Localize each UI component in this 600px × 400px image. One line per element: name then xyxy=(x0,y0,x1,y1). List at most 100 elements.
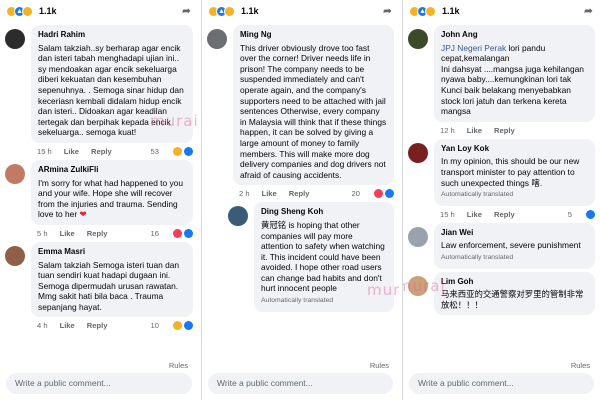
heart-icon xyxy=(374,189,383,199)
comment-item: Ming Ng This driver obviously drove too … xyxy=(202,22,399,199)
comment-reaction-count[interactable]: 16 xyxy=(151,228,193,238)
comment-bubble: Lim Goh 马来西亚的交通警察对罗里的管制非常放松！！！ xyxy=(434,271,595,316)
comment-reaction-count[interactable]: 53 xyxy=(151,146,193,156)
comment-time[interactable]: 12 h xyxy=(440,126,455,135)
like-icon xyxy=(184,146,193,156)
sad-icon xyxy=(173,321,182,331)
avatar[interactable] xyxy=(5,29,25,49)
rules-link[interactable]: Rules xyxy=(370,361,389,370)
wow-icon xyxy=(224,5,235,17)
comment-input[interactable]: Write a public comment... xyxy=(208,373,393,394)
rules-link[interactable]: Rules xyxy=(571,361,590,370)
commenter-name[interactable]: Ming Ng xyxy=(240,30,387,41)
comment-item: Hadri Rahim Salam takziah..sy berharap a… xyxy=(0,22,198,157)
watermark: murai xyxy=(150,112,198,130)
like-button[interactable]: Like xyxy=(467,126,482,135)
comment-time[interactable]: 5 h xyxy=(37,229,48,238)
reply-button[interactable]: Reply xyxy=(494,126,515,135)
like-icon xyxy=(184,321,193,331)
avatar[interactable] xyxy=(408,142,428,163)
comment-actions: 12 h Like Reply xyxy=(434,122,595,136)
rules-link[interactable]: Rules xyxy=(169,361,188,370)
commenter-name[interactable]: Yan Loy Kok xyxy=(441,144,588,155)
reaction-count[interactable]: 1.1k xyxy=(39,6,57,16)
avatar[interactable] xyxy=(408,29,428,49)
reaction-bar: ▲ 1.1k ➦ xyxy=(0,0,198,22)
comment-input[interactable]: Write a public comment... xyxy=(409,373,594,394)
reply-button[interactable]: Reply xyxy=(87,321,108,330)
comment-text: In my opinion, this should be our new tr… xyxy=(441,156,580,188)
like-icon xyxy=(184,228,193,238)
like-button[interactable]: Like xyxy=(60,229,75,238)
avatar[interactable] xyxy=(5,163,25,184)
comment-actions: 5 h Like Reply 16 xyxy=(31,225,193,239)
commenter-name[interactable]: Jian Wei xyxy=(441,228,588,239)
like-button[interactable]: Like xyxy=(262,189,277,198)
comment-item: Yan Loy Kok In my opinion, this should b… xyxy=(403,136,600,220)
comment-item: Jian Wei Law enforcement, severe punishm… xyxy=(403,220,600,269)
comment-text: This driver obviously drove too fast ove… xyxy=(240,42,387,180)
comment-reaction-count[interactable]: 5 xyxy=(568,209,595,219)
comment-bubble: John Ang JPJ Negeri Perak lori pandu cep… xyxy=(434,25,595,122)
avatar[interactable] xyxy=(408,226,428,247)
heart-icon: ❤ xyxy=(79,209,87,220)
reply-button[interactable]: Reply xyxy=(91,147,112,156)
comment-reaction-count[interactable]: 10 xyxy=(151,321,193,331)
reaction-icons[interactable]: ▲ xyxy=(6,5,33,17)
avatar[interactable] xyxy=(228,206,248,227)
reply-button[interactable]: Reply xyxy=(87,229,108,238)
comment-text: Law enforcement, severe punishment xyxy=(441,240,581,251)
like-button[interactable]: Like xyxy=(60,321,75,330)
heart-icon xyxy=(173,228,182,238)
like-icon xyxy=(586,209,595,219)
comment-item: Emma Masri Salam takziah Semoga isteri t… xyxy=(0,239,198,332)
page-mention-link[interactable]: JPJ Negeri Perak xyxy=(441,43,506,53)
comment-time[interactable]: 4 h xyxy=(37,321,48,330)
comment-time[interactable]: 15 h xyxy=(37,147,52,156)
commenter-name[interactable]: Emma Masri xyxy=(38,247,186,258)
reaction-count[interactable]: 1.1k xyxy=(442,6,460,16)
sad-icon xyxy=(425,5,436,17)
share-icon[interactable]: ➦ xyxy=(583,6,594,17)
share-icon[interactable]: ➦ xyxy=(382,6,393,17)
comment-actions: 15 h Like Reply 5 xyxy=(434,206,595,220)
share-icon[interactable]: ➦ xyxy=(181,6,192,17)
sad-icon xyxy=(173,146,182,156)
comment-bubble: Emma Masri Salam takziah Semoga isteri t… xyxy=(31,241,193,318)
comment-bubble: ARmina ZulkiFli I'm sorry for what had h… xyxy=(31,159,193,225)
avatar[interactable] xyxy=(207,29,227,49)
reply-button[interactable]: Reply xyxy=(494,210,515,219)
comment-actions: 2 h Like Reply 20 xyxy=(233,185,394,199)
comment-text: 马来西亚的交通警察对罗里的管制非常放松！！！ xyxy=(441,289,584,310)
translation-note[interactable]: Automatically translated xyxy=(441,190,588,201)
comment-actions: 4 h Like Reply 10 xyxy=(31,317,193,331)
commenter-name[interactable]: Lim Goh xyxy=(441,277,588,288)
comment-actions: 15 h Like Reply 53 xyxy=(31,143,193,157)
avatar[interactable] xyxy=(5,245,25,266)
comment-input[interactable]: Write a public comment... xyxy=(6,373,192,394)
comment-panel-2: ▲ 1.1k ➦ Ming Ng This driver obviously d… xyxy=(201,0,399,400)
watermark: murai xyxy=(367,281,399,299)
comment-time[interactable]: 15 h xyxy=(440,210,455,219)
commenter-name[interactable]: Hadri Rahim xyxy=(38,30,186,41)
comment-reaction-count[interactable]: 20 xyxy=(352,189,394,199)
watermark: murai xyxy=(403,277,446,295)
reaction-icons[interactable]: ▲ xyxy=(208,5,235,17)
like-button[interactable]: Like xyxy=(467,210,482,219)
reaction-bar: ▲ 1.1k ➦ xyxy=(403,0,600,22)
reply-button[interactable]: Reply xyxy=(289,189,310,198)
commenter-name[interactable]: John Ang xyxy=(441,30,588,41)
reaction-count[interactable]: 1.1k xyxy=(241,6,259,16)
translation-note[interactable]: Automatically translated xyxy=(441,253,588,264)
reaction-bar: ▲ 1.1k ➦ xyxy=(202,0,399,22)
comment-time[interactable]: 2 h xyxy=(239,189,250,198)
comment-bubble: Jian Wei Law enforcement, severe punishm… xyxy=(434,222,595,269)
commenter-name[interactable]: Ding Sheng Koh xyxy=(261,207,387,218)
reaction-icons[interactable]: ▲ xyxy=(409,5,436,17)
comment-item: ARmina ZulkiFli I'm sorry for what had h… xyxy=(0,157,198,239)
like-button[interactable]: Like xyxy=(64,147,79,156)
wow-icon xyxy=(22,5,33,17)
commenter-name[interactable]: ARmina ZulkiFli xyxy=(38,165,186,176)
like-icon xyxy=(385,189,394,199)
comment-item: John Ang JPJ Negeri Perak lori pandu cep… xyxy=(403,22,600,136)
